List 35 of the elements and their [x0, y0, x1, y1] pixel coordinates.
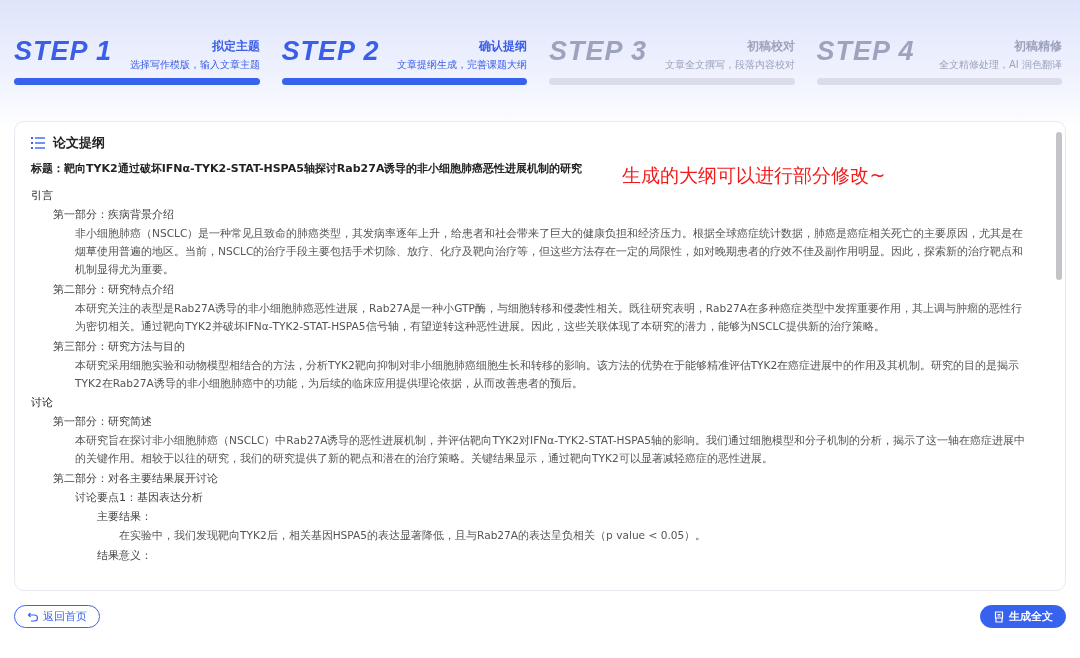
outline-paragraph: 本研究旨在探讨非小细胞肺癌（NSCLC）中Rab27A诱导的恶性进展机制，并评估靶向TYK2对IFNα-TYK2-STAT-HSPA5轴的影响。我们通过细胞模型和分子机制的分析，揭示了这一轴在癌症进展中的关键作用。相较于以往的研究，我们的研究提供了新的靶点和潜在的治疗策略。关键结果显示，通过靶向TYK2可以显著减轻癌症的恶性进展。	[75, 433, 1026, 466]
step-subtitle: 选择写作模版，输入文章主题	[129, 58, 260, 72]
step-title: 初稿校对	[745, 38, 795, 55]
step-title: 拟定主题	[210, 38, 260, 55]
step-subtitle: 文章提纲生成，完善课题大纲	[397, 58, 527, 72]
outline-item: 第一部分：研究简述	[53, 414, 153, 429]
outline-item: 主要结果：	[97, 509, 153, 524]
panel-title: 论文提纲	[53, 135, 105, 152]
step-title: 初稿精修	[1013, 38, 1062, 55]
step-title: 确认提纲	[477, 38, 527, 55]
step-label: STEP 1	[14, 36, 113, 67]
document-icon	[993, 610, 1005, 623]
outline-item: 第二部分：研究特点介绍	[53, 282, 175, 297]
outline-item: 讨论要点1：基因表达分析	[75, 490, 204, 505]
generate-button[interactable]: 生成全文	[980, 605, 1066, 628]
outline-paragraph: 在实验中，我们发现靶向TYK2后，相关基因HSPA5的表达显著降低，且与Rab27A的表达呈负相关（p value < 0.05）。	[119, 528, 708, 543]
outline-section: 引言	[31, 188, 1032, 203]
outline-paragraph: 本研究关注的表型是Rab27A诱导的非小细胞肺癌恶性进展，Rab27A是一种小GTP酶，与细胞转移和侵袭性相关。既往研究表明，Rab27A在多种癌症类型中发挥重要作用，其上调与肿瘤的恶性行为密切相关。通过靶向TYK2并破坏IFNα-TYK2-STAT-HSPA5信号轴，有望逆转这种恶性进展。因此，这些关联体现了本研究的潜力，能够为NSCLC提供新的治疗策略。	[75, 301, 1023, 334]
outline-item: 第三部分：研究方法与目的	[53, 339, 186, 354]
step-subtitle: 全文精修处理，AI 润色翻译	[939, 58, 1062, 72]
outline-paragraph: 本研究采用细胞实验和动物模型相结合的方法，分析TYK2靶向抑制对非小细胞肺癌细胞生长和转移的影响。该方法的优势在于能够精准评估TYK2在癌症进展中的作用及其机制。研究的目的是揭示TYK2在Rab27A诱导的非小细胞肺癌中的功能，为后续的临床应用提供理论依据，从而改善患者的预后。	[75, 358, 1021, 391]
outline-item: 结果意义：	[97, 548, 153, 563]
outline-paragraph: 非小细胞肺癌（NSCLC）是一种常见且致命的肺癌类型，其发病率逐年上升，给患者和社会带来了巨大的健康负担和经济压力。根据全球癌症统计数据，肺癌是癌症相关死亡的主要原因，尤其是在烟草使用普遍的地区。当前，NSCLC的治疗手段主要包括手术切除、放疗、化疗及靶向治疗等，但这些方法存在一定的局限性，如对晚期患者的疗效不佳及副作用明显。因此，探索新的治疗靶点和机制显得尤为重要。	[75, 226, 1025, 277]
step-label: STEP 2	[281, 36, 380, 67]
step-subtitle: 文章全文撰写，段落内容校对	[664, 58, 795, 72]
back-button[interactable]: 返回首页	[14, 605, 100, 628]
annotation-text: 生成的大纲可以进行部分修改~	[622, 163, 886, 188]
step-label: STEP 3	[549, 36, 648, 67]
return-icon	[27, 610, 39, 623]
outline-item: 第二部分：对各主要结果展开讨论	[53, 471, 219, 486]
outline-section: 讨论	[31, 395, 1032, 410]
scrollbar[interactable]	[1056, 132, 1062, 280]
step-label: STEP 4	[816, 36, 915, 67]
outline-item: 第一部分：疾病背景介绍	[53, 207, 175, 222]
outline-heading: 标题：靶向TYK2通过破坏IFNα-TYK2-STAT-HSPA5轴探讨Rab27A诱导的非小细胞肺癌恶性进展机制的研究	[31, 161, 583, 176]
